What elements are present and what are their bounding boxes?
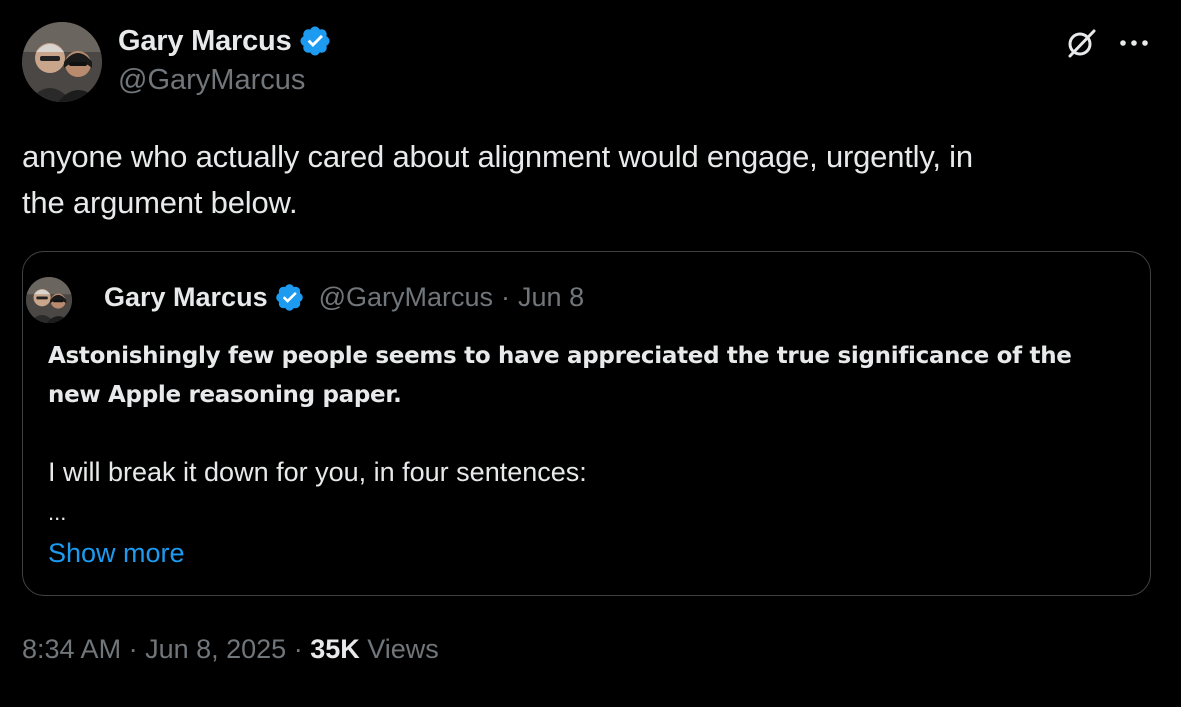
- author-name[interactable]: Gary Marcus: [118, 25, 292, 58]
- quoted-author-name: Gary Marcus: [104, 282, 268, 312]
- quoted-author-avatar: [26, 277, 72, 323]
- avatar-photo-icon: [22, 22, 102, 102]
- quoted-tweet-header: Gary Marcus @GaryMarcus · Jun 8: [104, 282, 584, 313]
- meta-separator: ·: [286, 634, 311, 664]
- quoted-tweet-bold-text: Astonishingly few people seems to have a…: [48, 337, 1128, 415]
- tweet-text-line: anyone who actually cared about alignmen…: [22, 139, 973, 174]
- verified-badge-icon[interactable]: [298, 24, 332, 58]
- tweet: Gary Marcus @GaryMarcus anyone who actua…: [0, 0, 1181, 707]
- quoted-tweet-date: Jun 8: [518, 282, 585, 312]
- tweet-text: anyone who actually cared about alignmen…: [22, 134, 1152, 226]
- tweet-text-line: the argument below.: [22, 185, 298, 220]
- grok-icon[interactable]: [1064, 26, 1098, 60]
- show-more-link[interactable]: Show more: [48, 534, 185, 572]
- quoted-bold-line: new Apple reasoning paper.: [48, 382, 402, 408]
- quoted-bold-line: Astonishingly few people seems to have a…: [48, 343, 1072, 369]
- tweet-time[interactable]: 8:34 AM: [22, 634, 121, 664]
- tweet-date[interactable]: Jun 8, 2025: [145, 634, 286, 664]
- quoted-tweet-ellipsis: ...: [48, 500, 67, 525]
- meta-separator: ·: [121, 634, 146, 664]
- quoted-author-handle: @GaryMarcus: [318, 282, 494, 312]
- more-horizontal-icon[interactable]: [1114, 28, 1154, 58]
- quoted-tweet-text: I will break it down for you, in four se…: [48, 457, 587, 487]
- author-avatar[interactable]: [22, 22, 102, 102]
- verified-badge-icon: [275, 284, 303, 311]
- tweet-meta: 8:34 AM · Jun 8, 2025 · 35K Views: [22, 634, 439, 665]
- views-count[interactable]: 35K: [310, 634, 360, 664]
- avatar-photo-icon: [26, 277, 72, 323]
- author-handle[interactable]: @GaryMarcus: [118, 64, 305, 97]
- quoted-separator: ·: [501, 282, 511, 312]
- views-label: Views: [367, 634, 439, 664]
- author-name-row: Gary Marcus: [118, 24, 332, 58]
